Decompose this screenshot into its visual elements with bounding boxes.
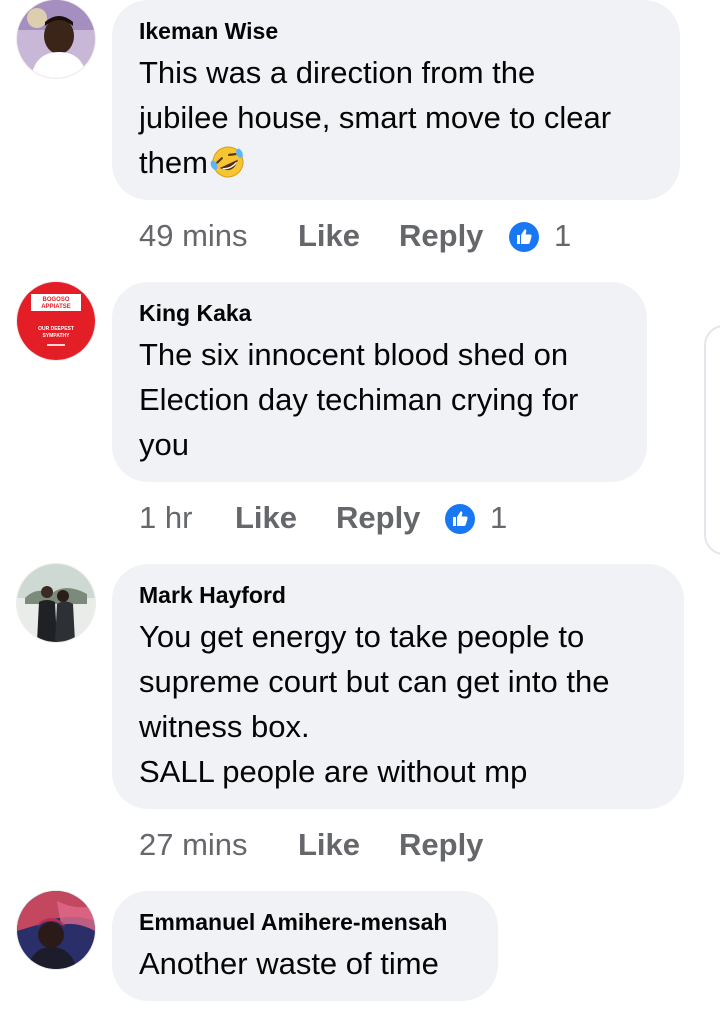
comment-text: The six innocent blood shed on Election … — [139, 332, 621, 467]
comment-text: This was a direction from the jubilee ho… — [139, 50, 654, 191]
like-button[interactable]: Like — [298, 825, 360, 865]
comment-author[interactable]: Ikeman Wise — [139, 18, 654, 44]
comment-text-line: Another waste of time — [139, 946, 439, 981]
comment-text-line: Election day techiman crying for — [139, 382, 579, 417]
comment-text: Another waste of time — [139, 941, 472, 986]
comment-text-line: jubilee house, smart move to clear — [139, 100, 612, 135]
comment-bubble: Mark Hayford You get energy to take peop… — [112, 564, 684, 809]
avatar[interactable] — [17, 0, 95, 78]
avatar-text: SYMPATHY — [42, 333, 70, 339]
comment-text-line: you — [139, 427, 189, 462]
comment-bubble: King Kaka The six innocent blood shed on… — [112, 282, 647, 482]
like-button[interactable]: Like — [235, 498, 297, 538]
like-button[interactable]: Like — [298, 216, 360, 256]
comment-author[interactable]: Mark Hayford — [139, 582, 658, 608]
reply-button[interactable]: Reply — [399, 216, 483, 256]
comment-text-line: The six innocent blood shed on — [139, 337, 569, 372]
reaction-count[interactable]: 1 — [490, 498, 507, 538]
rolling-on-floor-laughing-emoji — [209, 145, 247, 191]
comment-timestamp[interactable]: 27 mins — [139, 825, 248, 865]
avatar[interactable]: BOGOSO APPIATSE OUR DEEPEST SYMPATHY — [17, 282, 95, 360]
avatar-text: BOGOSO — [42, 297, 69, 303]
reply-button[interactable]: Reply — [399, 825, 483, 865]
comment-text: You get energy to take people to supreme… — [139, 614, 658, 794]
comment-author[interactable]: Emmanuel Amihere-mensah — [139, 909, 472, 935]
comment-text-line: supreme court but can get into the — [139, 664, 610, 699]
reply-button[interactable]: Reply — [336, 498, 420, 538]
avatar[interactable] — [17, 564, 95, 642]
like-reaction-icon[interactable] — [444, 503, 476, 535]
avatar-text: OUR DEEPEST — [38, 326, 74, 332]
reaction-count[interactable]: 1 — [554, 216, 571, 256]
comment-timestamp[interactable]: 49 mins — [139, 216, 248, 256]
like-reaction-icon[interactable] — [508, 221, 540, 253]
avatar[interactable] — [17, 891, 95, 969]
comment-bubble: Emmanuel Amihere-mensah Another waste of… — [112, 891, 498, 1001]
comment-text-line: SALL people are without mp — [139, 754, 528, 789]
comment-text-line: them — [139, 145, 208, 180]
comment-text-line: witness box. — [139, 709, 310, 744]
comment-bubble: Ikeman Wise This was a direction from th… — [112, 0, 680, 200]
side-panel-edge — [704, 325, 720, 555]
comment-author[interactable]: King Kaka — [139, 300, 621, 326]
comment-text-line: This was a direction from the — [139, 55, 536, 90]
comment-timestamp[interactable]: 1 hr — [139, 498, 192, 538]
comment-text-line: You get energy to take people to — [139, 619, 585, 654]
avatar-text: APPIATSE — [41, 304, 71, 310]
